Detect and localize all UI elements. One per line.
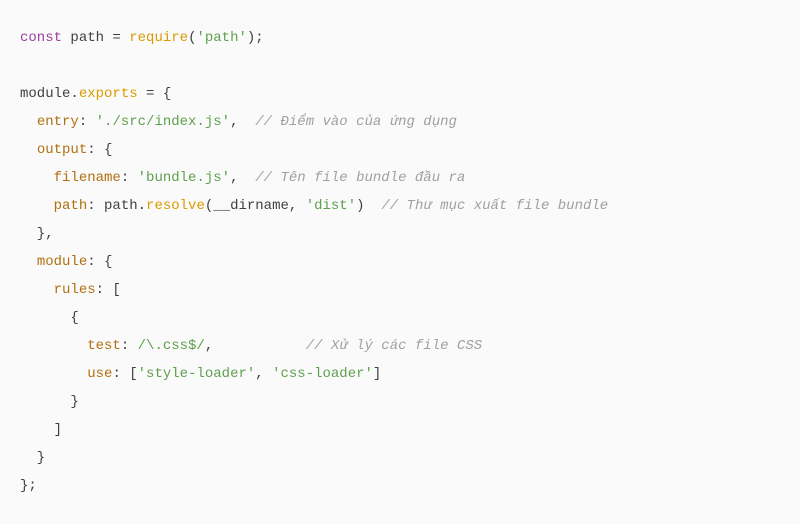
code-line: path: path.resolve(__dirname, 'dist') //… xyxy=(20,198,608,214)
key-path: path xyxy=(54,198,88,214)
code-line: filename: 'bundle.js', // Tên file bundl… xyxy=(20,170,465,186)
comment: // Điểm vào của ứng dụng xyxy=(255,114,457,130)
identifier-exports: exports xyxy=(79,86,138,102)
code-line: module.exports = { xyxy=(20,86,171,102)
string-literal: 'path' xyxy=(196,30,246,46)
code-line: } xyxy=(20,394,79,410)
key-rules: rules xyxy=(54,282,96,298)
comment: // Thư mục xuất file bundle xyxy=(381,198,608,214)
key-output: output xyxy=(37,142,87,158)
function-resolve: resolve xyxy=(146,198,205,214)
identifier-module: module xyxy=(20,86,70,102)
comment: // Tên file bundle đầu ra xyxy=(255,170,465,186)
code-line: module: { xyxy=(20,254,112,270)
string-literal: 'dist' xyxy=(306,198,356,214)
regex-literal: /\.css$/ xyxy=(138,338,205,354)
code-line: } xyxy=(20,450,45,466)
identifier-dirname: __dirname xyxy=(213,198,289,214)
string-literal: 'css-loader' xyxy=(272,366,373,382)
code-block: const path = require('path'); module.exp… xyxy=(20,24,780,500)
key-entry: entry xyxy=(37,114,79,130)
code-line: }; xyxy=(20,478,37,494)
function-require: require xyxy=(129,30,188,46)
code-line: test: /\.css$/, // Xử lý các file CSS xyxy=(20,338,482,354)
identifier-path: path xyxy=(70,30,104,46)
code-line: entry: './src/index.js', // Điểm vào của… xyxy=(20,114,457,130)
code-line: }, xyxy=(20,226,54,242)
string-literal: 'style-loader' xyxy=(138,366,256,382)
code-line: const path = require('path'); xyxy=(20,30,264,46)
code-line: rules: [ xyxy=(20,282,121,298)
code-line: output: { xyxy=(20,142,112,158)
string-literal: './src/index.js' xyxy=(96,114,230,130)
code-line: { xyxy=(20,310,79,326)
keyword-const: const xyxy=(20,30,62,46)
identifier-path: path xyxy=(104,198,138,214)
key-module: module xyxy=(37,254,87,270)
string-literal: 'bundle.js' xyxy=(138,170,230,186)
key-filename: filename xyxy=(54,170,121,186)
code-line: use: ['style-loader', 'css-loader'] xyxy=(20,366,381,382)
code-line: ] xyxy=(20,422,62,438)
key-use: use xyxy=(87,366,112,382)
comment: // Xử lý các file CSS xyxy=(306,338,482,354)
key-test: test xyxy=(87,338,121,354)
